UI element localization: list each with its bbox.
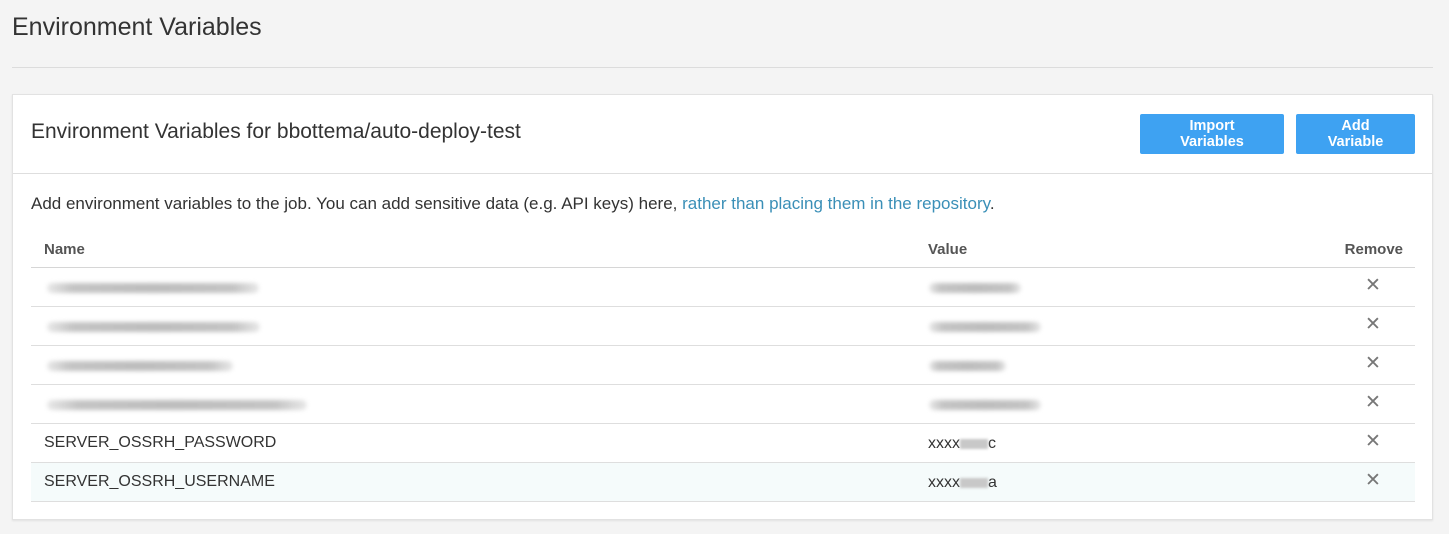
value-suffix: a [988, 474, 997, 491]
table-row: SERVER_OSSRH_PASSWORD xxxx c ✕ [31, 424, 1415, 463]
redacted-value [929, 283, 1021, 293]
redacted-value [929, 322, 1041, 332]
remove-variable-icon[interactable]: ✕ [1365, 432, 1381, 451]
repository-link[interactable]: rather than placing them in the reposito… [682, 194, 990, 213]
import-variables-button[interactable]: Import Variables [1140, 114, 1284, 154]
variable-value: xxxx a [928, 474, 997, 492]
redacted-value [929, 361, 1006, 371]
add-variable-button[interactable]: Add Variable [1296, 114, 1415, 154]
remove-variable-icon[interactable]: ✕ [1365, 354, 1381, 373]
table-row: ✕ [31, 346, 1415, 385]
env-variables-card: Environment Variables for bbottema/auto-… [12, 94, 1433, 520]
remove-variable-icon[interactable]: ✕ [1365, 315, 1381, 334]
table-row: ✕ [31, 385, 1415, 424]
variable-name: SERVER_OSSRH_USERNAME [44, 473, 275, 490]
title-divider [12, 67, 1433, 68]
remove-variable-icon[interactable]: ✕ [1365, 393, 1381, 412]
value-suffix: c [988, 435, 996, 452]
value-prefix: xxxx [928, 435, 960, 452]
redacted-name [47, 361, 233, 371]
value-mask [960, 438, 988, 449]
table-header: Name Value Remove [31, 231, 1415, 268]
redacted-name [47, 400, 307, 410]
variable-name: SERVER_OSSRH_PASSWORD [44, 434, 277, 451]
value-prefix: xxxx [928, 474, 960, 491]
redacted-name [47, 322, 260, 332]
card-header: Environment Variables for bbottema/auto-… [13, 95, 1432, 174]
column-header-name: Name [44, 241, 85, 258]
env-variables-table: Name Value Remove ✕ ✕ ✕ ✕ SERVER_OSSRH_P… [31, 231, 1415, 502]
card-title: Environment Variables for bbottema/auto-… [31, 120, 521, 143]
redacted-value [929, 400, 1041, 410]
column-header-remove: Remove [1344, 241, 1403, 258]
remove-variable-icon[interactable]: ✕ [1365, 471, 1381, 490]
variable-value: xxxx c [928, 435, 996, 453]
remove-variable-icon[interactable]: ✕ [1365, 276, 1381, 295]
column-header-value: Value [928, 241, 968, 258]
description: Add environment variables to the job. Yo… [31, 194, 995, 214]
description-text: Add environment variables to the job. Yo… [31, 194, 683, 213]
table-row: ✕ [31, 268, 1415, 307]
value-mask [960, 477, 988, 488]
redacted-name [47, 283, 259, 293]
page-title: Environment Variables [12, 13, 262, 41]
table-row: ✕ [31, 307, 1415, 346]
table-row: SERVER_OSSRH_USERNAME xxxx a ✕ [31, 463, 1415, 502]
description-suffix: . [989, 194, 995, 213]
